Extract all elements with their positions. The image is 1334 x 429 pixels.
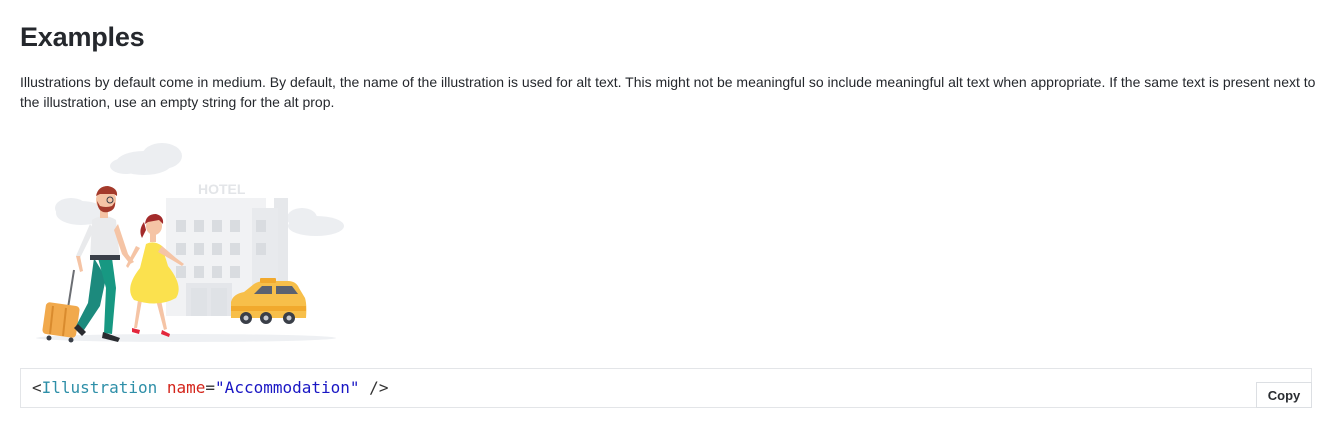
section-description: Illustrations by default come in medium.… xyxy=(20,74,1316,110)
code-token-equals: = xyxy=(205,378,216,397)
code-token-component: Illustration xyxy=(41,378,158,397)
cloud-icon xyxy=(110,143,182,175)
section-title: Examples xyxy=(20,22,145,52)
code-token-close: /> xyxy=(359,378,389,397)
code-token-attr-name: name xyxy=(166,378,206,397)
code-token-attr-value: "Accommodation" xyxy=(215,378,360,397)
hotel-sign: HOTEL xyxy=(198,181,246,197)
code-token-open: < xyxy=(32,378,42,397)
examples-section: Examples Illustrations by default come i… xyxy=(0,0,1334,429)
code-line: <Illustration name="Accommodation" /> xyxy=(32,378,388,398)
suitcase-icon xyxy=(42,269,80,343)
accommodation-illustration: HOTEL xyxy=(36,143,344,343)
code-example: <Illustration name="Accommodation" /> Co… xyxy=(20,368,1312,408)
copy-button[interactable]: Copy xyxy=(1256,382,1312,408)
